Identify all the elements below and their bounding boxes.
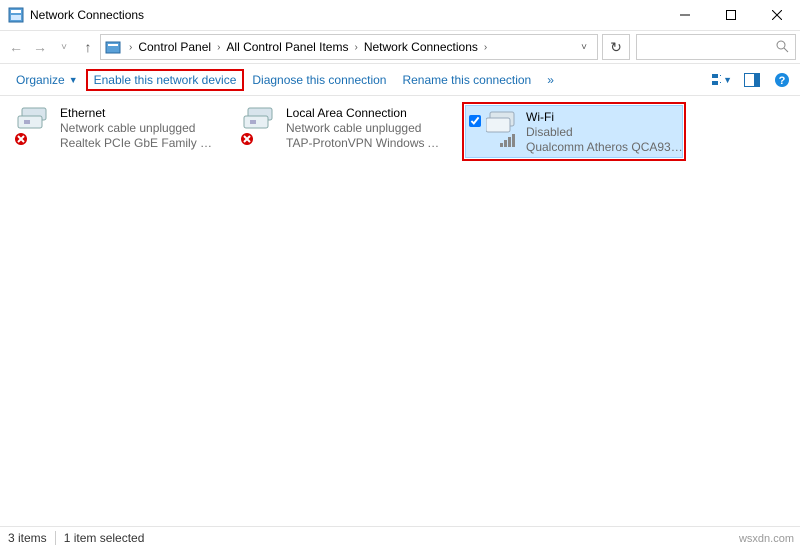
wifi-icon [482,108,526,152]
error-x-icon [240,132,254,146]
breadcrumb-control-panel[interactable]: Control Panel [136,40,213,54]
connection-text: Ethernet Network cable unplugged Realtek… [60,104,220,151]
connection-wifi-highlight: Wi-Fi Disabled Qualcomm Atheros QCA9377.… [462,102,686,161]
lan-icon [238,104,286,148]
control-panel-icon [8,7,24,23]
watermark: wsxdn.com [739,533,794,545]
address-dropdown[interactable]: ˅ [575,42,593,53]
more-label: » [547,73,554,87]
connection-ethernet[interactable]: Ethernet Network cable unplugged Realtek… [10,102,232,161]
rename-button[interactable]: Rename this connection [394,69,539,91]
connection-status: Network cable unplugged [286,121,446,136]
status-selected: 1 item selected [64,531,145,545]
back-button[interactable]: ← [4,35,28,59]
chevron-icon[interactable]: › [125,42,136,53]
chevron-down-icon: ▼ [69,75,78,85]
ethernet-icon [12,104,60,148]
minimize-button[interactable] [662,0,708,30]
chevron-icon[interactable]: › [350,42,361,53]
view-options-button[interactable]: ▼ [712,70,732,90]
toolbar-right: ▼ ? [712,70,792,90]
status-count: 3 items [8,531,47,545]
diagnose-button[interactable]: Diagnose this connection [244,69,394,91]
connection-text: Wi-Fi Disabled Qualcomm Atheros QCA9377.… [526,108,686,155]
toolbar: Organize ▼ Enable this network device Dia… [0,64,800,96]
rename-label: Rename this connection [402,73,531,87]
preview-pane-button[interactable] [742,70,762,90]
diagnose-label: Diagnose this connection [252,73,386,87]
connection-name: Local Area Connection [286,106,446,121]
breadcrumb-all-items[interactable]: All Control Panel Items [224,40,350,54]
help-button[interactable]: ? [772,70,792,90]
statusbar: 3 items 1 item selected [0,526,800,548]
location-icon [105,39,121,55]
window-title: Network Connections [30,8,144,22]
forward-button[interactable]: → [28,35,52,59]
connection-device: Qualcomm Atheros QCA9377... [526,140,686,155]
connection-local-area[interactable]: Local Area Connection Network cable unpl… [236,102,458,161]
titlebar: Network Connections [0,0,800,30]
search-icon [775,39,789,56]
connection-status: Disabled [526,125,686,140]
breadcrumb-network-connections[interactable]: Network Connections [362,40,480,54]
recent-dropdown[interactable]: ˅ [52,35,76,59]
wifi-checkbox[interactable] [466,108,482,130]
up-button[interactable]: ↑ [76,35,100,59]
maximize-button[interactable] [708,0,754,30]
connection-device: Realtek PCIe GbE Family Cont... [60,136,220,151]
svg-text:?: ? [779,75,786,87]
connection-device: TAP-ProtonVPN Windows Ad... [286,136,446,151]
more-commands-button[interactable]: » [539,69,562,91]
content-area: Ethernet Network cable unplugged Realtek… [0,96,800,526]
connection-wifi[interactable]: Wi-Fi Disabled Qualcomm Atheros QCA9377.… [465,105,683,158]
connection-text: Local Area Connection Network cable unpl… [286,104,446,151]
enable-label: Enable this network device [94,73,237,87]
window-controls [662,0,800,30]
address-bar[interactable]: › Control Panel › All Control Panel Item… [100,34,598,60]
connection-name: Ethernet [60,106,220,121]
search-input[interactable] [636,34,796,60]
navbar: ← → ˅ ↑ › Control Panel › All Control Pa… [0,30,800,64]
chevron-icon[interactable]: › [213,42,224,53]
organize-button[interactable]: Organize ▼ [8,69,86,91]
organize-label: Organize [16,73,65,87]
error-x-icon [14,132,28,146]
separator [55,531,56,545]
refresh-button[interactable]: ↻ [602,34,630,60]
signal-bars-icon [500,134,518,148]
enable-device-button[interactable]: Enable this network device [86,69,245,91]
connection-status: Network cable unplugged [60,121,220,136]
close-button[interactable] [754,0,800,30]
connection-name: Wi-Fi [526,110,686,125]
connection-list: Ethernet Network cable unplugged Realtek… [10,102,790,161]
chevron-icon[interactable]: › [480,42,491,53]
